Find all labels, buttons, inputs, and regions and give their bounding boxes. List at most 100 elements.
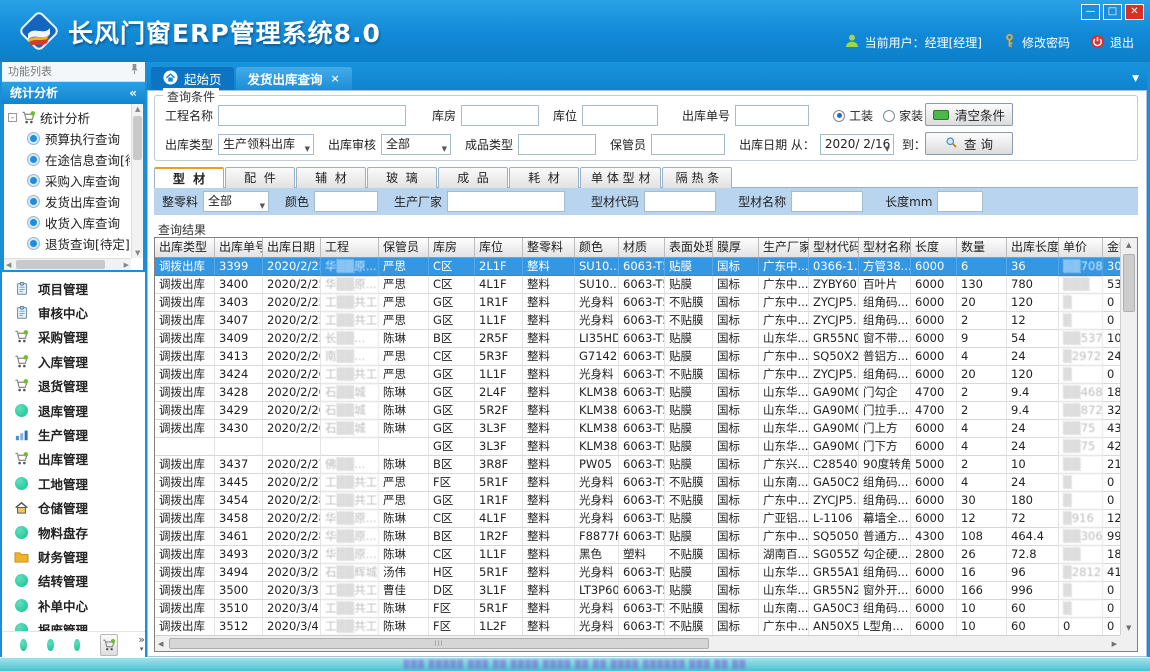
column-header-工程[interactable]: 工程 (321, 238, 379, 258)
sidebar-item-报废管理[interactable]: 报废管理 (2, 617, 145, 631)
material-tab-8[interactable]: 隔 热 条 (662, 167, 732, 188)
minimize-button[interactable]: — (1081, 4, 1100, 20)
table-row[interactable]: 调拨出库34932020/3/2华▒▒原...陈琳C区1L1F整料黑色塑料不贴膜… (155, 546, 1120, 564)
sidebar-item-退库管理[interactable]: 退库管理 (2, 398, 145, 422)
location-input[interactable] (582, 105, 658, 126)
tab-home[interactable]: 起始页 (151, 67, 234, 90)
table-row[interactable]: 调拨出库35122020/3/4工▒▒共工程陈琳F区1L2F整料光身料6063-… (155, 618, 1120, 635)
table-row[interactable]: 调拨出库34582020/2/28华▒▒原...陈琳C区4L1F整料光身料606… (155, 510, 1120, 528)
scrollbar-thumb[interactable] (16, 260, 105, 269)
tree-item[interactable]: 发货出库查询 (8, 191, 130, 212)
query-button[interactable]: 查 询 (925, 132, 1013, 155)
scrollbar-thumb[interactable] (1123, 254, 1135, 312)
column-header-出库类型[interactable]: 出库类型 (155, 238, 215, 258)
tree-item[interactable]: 在途信息查询[待 (8, 149, 130, 170)
order-no-input[interactable] (735, 105, 809, 126)
column-header-表面处理[interactable]: 表面处理 (665, 238, 713, 258)
product-type-input[interactable] (518, 134, 596, 155)
dot-icon[interactable] (20, 639, 27, 651)
manufacturer-input[interactable] (447, 191, 565, 212)
date-from-select[interactable]: 2020/ 2/16 (820, 134, 894, 155)
whole-part-select[interactable]: 全部 (203, 191, 269, 212)
sidebar-item-仓储管理[interactable]: 仓储管理 (2, 496, 145, 520)
scroll-left-icon[interactable]: ◀ (158, 640, 163, 648)
tree-collapse-icon[interactable]: - (8, 113, 17, 122)
tree-item[interactable]: 退货查询[待定] (8, 233, 130, 254)
material-tab-3[interactable]: 辅 材 (296, 167, 366, 188)
table-row[interactable]: 调拨出库35002020/3/3工▒▒共工程曹佳D区3L1F整料LT3P6060… (155, 582, 1120, 600)
table-row[interactable]: 调拨出库34292020/2/26石▒▒城陈琳G区5R2F整料KLM381760… (155, 402, 1120, 420)
table-row[interactable]: 调拨出库34302020/2/26石▒▒城陈琳G区3L3F整料KLM381760… (155, 420, 1120, 438)
table-row[interactable]: 调拨出库34542020/2/28工▒▒共工程严思G区1R1F整料光身料6063… (155, 492, 1120, 510)
tree-vertical-scrollbar[interactable]: ▲ ▼ (131, 104, 143, 258)
column-header-型材名称[interactable]: 型材名称 (859, 238, 911, 258)
sidebar-item-工地管理[interactable]: 工地管理 (2, 471, 145, 495)
sidebar-item-补单中心[interactable]: 补单中心 (2, 593, 145, 617)
sidebar-item-入库管理[interactable]: 入库管理 (2, 349, 145, 373)
column-header-数量[interactable]: 数量 (957, 238, 1007, 258)
sidebar-item-审核中心[interactable]: 审核中心 (2, 300, 145, 324)
material-tab-5[interactable]: 成 品 (438, 167, 508, 188)
column-header-金额[interactable]: 金额 (1103, 238, 1120, 258)
column-header-整零料[interactable]: 整零料 (523, 238, 575, 258)
column-header-出库单号[interactable]: 出库单号 (215, 238, 263, 258)
scrollbar-thumb[interactable] (133, 116, 142, 160)
scroll-right-icon[interactable]: ▶ (124, 261, 129, 269)
sidebar-item-退货管理[interactable]: 退货管理 (2, 374, 145, 398)
tab-shipping-outbound-query[interactable]: 发货出库查询 × (236, 67, 352, 90)
tree-item[interactable]: 采购入库查询 (8, 170, 130, 191)
grid-horizontal-scrollbar[interactable]: ◀ lll ▶ (155, 635, 1120, 651)
color-input[interactable] (314, 191, 378, 212)
column-header-库房[interactable]: 库房 (429, 238, 475, 258)
material-tab-4[interactable]: 玻 璃 (367, 167, 437, 188)
pin-icon[interactable] (130, 62, 139, 81)
table-row[interactable]: G区3L3F整料KLM38176063-T5贴膜国标山东华...GA90M09.… (155, 438, 1120, 456)
material-tab-6[interactable]: 耗 材 (509, 167, 579, 188)
keeper-input[interactable] (651, 134, 725, 155)
profile-name-input[interactable] (791, 191, 863, 212)
table-row[interactable]: 调拨出库34092020/2/25长▒▒...陈琳B区2R5F整料LI35HD6… (155, 330, 1120, 348)
tree-horizontal-scrollbar[interactable]: ◀ ▶ (4, 258, 131, 270)
tab-list-caret-icon[interactable]: ▼ (1132, 74, 1139, 84)
sidebar-item-财务管理[interactable]: 财务管理 (2, 544, 145, 568)
table-row[interactable]: 调拨出库34072020/2/25工▒▒共工程严思G区1L1F整料光身料6063… (155, 312, 1120, 330)
scroll-up-icon[interactable]: ▲ (135, 105, 140, 113)
column-header-库位[interactable]: 库位 (475, 238, 523, 258)
column-header-颜色[interactable]: 颜色 (575, 238, 619, 258)
table-row[interactable]: 调拨出库34372020/2/27佛▒▒...陈琳B区3R8F整料PW05606… (155, 456, 1120, 474)
table-row[interactable]: 调拨出库34942020/3/2石▒▒辉城汤伟H区5R1F整料光身料6063-T… (155, 564, 1120, 582)
warehouse-input[interactable] (461, 105, 539, 126)
column-header-长度[interactable]: 长度 (911, 238, 957, 258)
table-row[interactable]: 调拨出库35102020/3/4工▒▒共工程陈琳F区5R1F整料光身料6063-… (155, 600, 1120, 618)
column-header-单价[interactable]: 单价 (1059, 238, 1103, 258)
scroll-down-icon[interactable]: ▼ (1126, 624, 1131, 632)
material-tab-1[interactable]: 型 材 (154, 167, 224, 188)
maximize-button[interactable]: □ (1103, 4, 1122, 20)
group-header-statistics[interactable]: 统计分析 « (2, 82, 145, 104)
scrollbar-thumb[interactable]: lll (169, 638, 709, 649)
scroll-down-icon[interactable]: ▼ (135, 249, 140, 257)
material-tab-7[interactable]: 单 体 型 材 (580, 167, 661, 188)
logout-link[interactable]: 退出 (1090, 34, 1134, 52)
scroll-right-icon[interactable]: ▶ (1112, 640, 1117, 648)
material-tab-2[interactable]: 配 件 (225, 167, 295, 188)
table-row[interactable]: 调拨出库34132020/2/26南▒▒...严思C区5R3F整料G714226… (155, 348, 1120, 366)
sidebar-item-采购管理[interactable]: 采购管理 (2, 325, 145, 349)
column-header-膜厚[interactable]: 膜厚 (713, 238, 759, 258)
tree-root-statistics[interactable]: - 统计分析 (8, 106, 130, 128)
scroll-up-icon[interactable]: ▲ (1126, 241, 1131, 249)
table-row[interactable]: 调拨出库34032020/2/25工▒▒共工程严思G区1R1F整料光身料6063… (155, 294, 1120, 312)
radio-home[interactable] (883, 110, 895, 122)
cart-toolbar-button[interactable] (100, 634, 118, 656)
outbound-audit-select[interactable]: 全部 (381, 134, 451, 155)
tree-item[interactable]: 预算执行查询 (8, 128, 130, 149)
column-header-型材代码[interactable]: 型材代码 (809, 238, 859, 258)
scroll-left-icon[interactable]: ◀ (6, 261, 11, 269)
table-row[interactable]: 调拨出库33992020/2/25华▒▒原...严思C区2L1F整料SU10..… (155, 258, 1120, 276)
grid-vertical-scrollbar[interactable]: ▲ ▼ (1120, 238, 1137, 635)
column-header-材质[interactable]: 材质 (619, 238, 665, 258)
tree-item[interactable]: 退库管理[待定] (8, 254, 130, 257)
clear-conditions-button[interactable]: 清空条件 (925, 103, 1013, 126)
profile-code-input[interactable] (644, 191, 716, 212)
tree-item[interactable]: 收货入库查询 (8, 212, 130, 233)
